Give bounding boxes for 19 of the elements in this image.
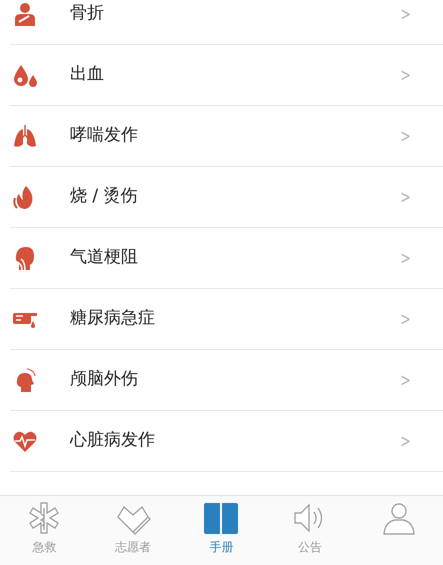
list-item[interactable]: 骨折 xyxy=(70,1,398,27)
list-item[interactable]: 颅脑外伤 xyxy=(70,367,398,393)
list-item[interactable]: 糖尿病急症 xyxy=(70,306,398,332)
chevron-icon: > xyxy=(400,122,411,150)
list-item[interactable]: 烧 / 烫伤 xyxy=(70,184,398,210)
chevron-icon: > xyxy=(400,244,411,272)
list-item[interactable]: 出血 xyxy=(70,62,398,88)
chevron-icon: > xyxy=(400,306,411,332)
list-item[interactable]: 哮喘发作 xyxy=(70,123,398,149)
list-item[interactable]: 气道梗阻 xyxy=(70,245,398,271)
chevron-icon: > xyxy=(400,184,411,210)
chevron-icon: > xyxy=(400,0,411,28)
chevron-icon: > xyxy=(400,62,411,88)
chevron-icon: > xyxy=(400,366,411,394)
tab[interactable]: 手册 xyxy=(177,496,266,565)
lungs-icon xyxy=(12,123,38,149)
list-item[interactable]: 心脏病发作 xyxy=(70,428,398,454)
fracture-icon xyxy=(12,1,38,27)
chevron-icon: > xyxy=(400,428,411,454)
